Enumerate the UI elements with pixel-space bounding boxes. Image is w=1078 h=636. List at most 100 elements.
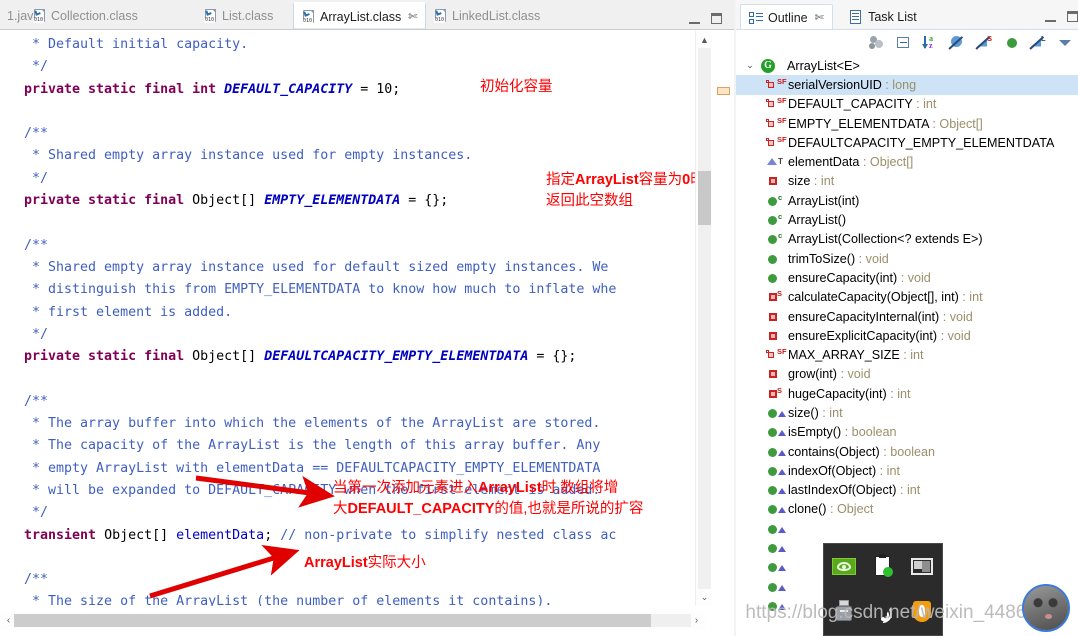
hscrollbar-thumb[interactable] bbox=[14, 614, 651, 627]
system-tray-popup[interactable] bbox=[823, 543, 943, 636]
hide-static-members-icon[interactable]: S bbox=[975, 34, 993, 51]
scroll-right-icon[interactable]: › bbox=[688, 612, 705, 629]
final-overlay-icon: F bbox=[782, 115, 787, 125]
outline-item-type: : Object bbox=[826, 502, 874, 517]
outline-root-row[interactable]: ⌄ G ArrayList<E> bbox=[736, 56, 1078, 75]
nvidia-icon[interactable] bbox=[831, 555, 856, 579]
outline-item-name: ArrayList(Collection<? extends E>) bbox=[788, 232, 983, 247]
editor-maximize-button[interactable] bbox=[710, 12, 724, 25]
outline-item-type: : int bbox=[876, 463, 900, 478]
outline-item-grow-int-[interactable]: grow(int) : void bbox=[736, 365, 1078, 384]
outline-item-calculatecapacity-object----int-[interactable]: ScalculateCapacity(Object[], int) : int bbox=[736, 288, 1078, 307]
static-overlay-icon: S bbox=[777, 385, 783, 395]
hide-local-types-icon[interactable]: L bbox=[1029, 34, 1047, 51]
outline-item-label: contains(Object) : boolean bbox=[788, 445, 935, 459]
outline-icon-private-static-final-field: SF bbox=[766, 347, 787, 363]
code-token: DEFAULTCAPACITY_EMPTY_ELEMENTDATA bbox=[264, 349, 529, 365]
scroll-down-icon[interactable]: ⌄ bbox=[696, 589, 713, 606]
scrollbar-track[interactable] bbox=[698, 48, 711, 589]
outline-icon-private-static-final-field: SF bbox=[766, 77, 787, 93]
outline-item-elementdata[interactable]: TelementData : Object[] bbox=[736, 152, 1078, 171]
code-editor-area[interactable]: * Default initial capacity. */ private st… bbox=[0, 31, 705, 606]
outline-item-arraylist-int-[interactable]: c ArrayList(int) bbox=[736, 191, 1078, 210]
outline-item-type: : void bbox=[939, 309, 973, 324]
view-tab-task-list[interactable]: Task List bbox=[841, 4, 925, 30]
annotation-text: 容量为 bbox=[638, 172, 683, 188]
sort-alphabetically-icon[interactable]: az bbox=[922, 34, 939, 51]
editor-tab-linkedlist-class[interactable]: 010 LinkedList.class bbox=[426, 2, 547, 29]
outline-item-type: : void bbox=[937, 328, 971, 343]
close-icon[interactable]: ✄ bbox=[815, 11, 824, 24]
outline-item-max-array-size[interactable]: S F MAX_ARRAY_SIZE : int bbox=[736, 345, 1078, 364]
view-minimize-button[interactable] bbox=[1044, 12, 1058, 25]
clipboard-icon[interactable] bbox=[871, 553, 895, 579]
outline-icon-private-static-final-field: SF bbox=[766, 115, 787, 132]
editor-tab-arraylist-class[interactable]: 010 ArrayList.class ✄ bbox=[293, 2, 426, 29]
outline-item-label: DEFAULT_CAPACITY : int bbox=[788, 97, 936, 111]
code-token: transient bbox=[24, 527, 105, 543]
view-menu-icon[interactable] bbox=[1058, 35, 1074, 51]
outline-item-serialversionuid[interactable]: S FserialVersionUID : long bbox=[736, 75, 1078, 95]
scroll-up-icon[interactable]: ▲ bbox=[696, 31, 713, 48]
editor-overview-marker[interactable] bbox=[717, 87, 730, 95]
security-shield-icon[interactable] bbox=[910, 600, 934, 624]
hide-fields-icon[interactable] bbox=[948, 35, 966, 51]
scrollbar-thumb[interactable] bbox=[698, 171, 711, 225]
hide-non-public-members-icon[interactable] bbox=[1004, 35, 1020, 51]
outline-item-name: size bbox=[788, 174, 811, 189]
outline-toolbar: az S L bbox=[736, 30, 1078, 55]
view-maximize-button[interactable] bbox=[1066, 10, 1078, 23]
view-tab-outline[interactable]: Outline ✄ bbox=[740, 4, 833, 30]
outline-item-name: ArrayList() bbox=[788, 213, 847, 228]
editor-horizontal-scrollbar[interactable]: ‹ › bbox=[0, 612, 705, 629]
outline-item-ensureexplicitcapacity-int-[interactable]: ensureExplicitCapacity(int) : void bbox=[736, 326, 1078, 345]
class-file-icon: 010 bbox=[433, 8, 447, 23]
outline-item-arraylist-collection---extends-e--[interactable]: c ArrayList(Collection<? extends E>) bbox=[736, 230, 1078, 249]
code-line: * empty ArrayList with elementData == DE… bbox=[24, 458, 616, 480]
editor-minimize-button[interactable] bbox=[688, 14, 702, 27]
editor-tab-collection-class[interactable]: 010 Collection.class bbox=[25, 2, 145, 29]
focus-on-active-task-icon[interactable] bbox=[869, 35, 885, 51]
code-token: private static final bbox=[24, 193, 193, 209]
outline-item-default-capacity[interactable]: S F DEFAULT_CAPACITY : int bbox=[736, 95, 1078, 114]
outline-item-hugecapacity-int-[interactable]: ShugeCapacity(int) : int bbox=[736, 384, 1078, 403]
collapse-all-icon[interactable] bbox=[896, 35, 912, 51]
view-tab-label: Outline bbox=[768, 10, 808, 25]
editor-vertical-scrollbar[interactable]: ▲ ⌄ bbox=[695, 31, 712, 606]
outline-item-lastindexof-object-[interactable]: lastIndexOf(Object) : int bbox=[736, 481, 1078, 500]
editor-tab-bar: 1.java 010 Collection.class 010 List.class 01… bbox=[0, 0, 734, 30]
display-switch-icon[interactable] bbox=[910, 555, 934, 579]
outline-item-empty-elementdata[interactable]: S F EMPTY_ELEMENTDATA : Object[] bbox=[736, 114, 1078, 133]
outline-item-ensurecapacity-int-[interactable]: ensureCapacity(int) : void bbox=[736, 268, 1078, 287]
outline-item-contains-object-[interactable]: contains(Object) : boolean bbox=[736, 442, 1078, 461]
outline-item-label: isEmpty() : boolean bbox=[788, 425, 897, 439]
wifi-icon[interactable] bbox=[871, 600, 895, 624]
outline-item-ensurecapacityinternal-int-[interactable]: ensureCapacityInternal(int) : void bbox=[736, 307, 1078, 326]
outline-icon-package-field-transient: T bbox=[766, 154, 785, 170]
outline-item-type: : Object[] bbox=[859, 155, 914, 170]
expand-twisty-icon[interactable]: ⌄ bbox=[741, 60, 759, 71]
outline-item-trimtosize--[interactable]: trimToSize() : void bbox=[736, 249, 1078, 268]
anno-default-capacity-grow: 当第一次添加元素进入ArrayList时,数组将增 大DEFAULT_CAPACI… bbox=[333, 478, 643, 520]
annotation-line: ArrayList实际大小 bbox=[304, 553, 426, 574]
outline-item-row-23[interactable] bbox=[736, 519, 1078, 538]
outline-item-defaultcapacity-empty-elementdata[interactable]: S F DEFAULTCAPACITY_EMPTY_ELEMENTDATA bbox=[736, 133, 1078, 152]
outline-item-size[interactable]: size : int bbox=[736, 172, 1078, 191]
outline-item-indexof-object-[interactable]: indexOf(Object) : int bbox=[736, 461, 1078, 480]
outline-item-name: ArrayList(int) bbox=[788, 193, 860, 208]
code-token: * first element is added. bbox=[24, 304, 233, 320]
outline-item-arraylist--[interactable]: c ArrayList() bbox=[736, 210, 1078, 229]
usb-eject-icon[interactable] bbox=[832, 600, 856, 624]
close-icon[interactable]: ✄ bbox=[408, 10, 417, 23]
outline-item-size--[interactable]: size() : int bbox=[736, 403, 1078, 422]
editor-tab-list-class[interactable]: 010 List.class bbox=[196, 2, 280, 29]
outline-item-type: : int bbox=[886, 386, 911, 401]
annotation-text: 的值,也就是所说的扩容 bbox=[494, 501, 644, 517]
outline-icon-public-method bbox=[766, 521, 786, 537]
outline-item-label: MAX_ARRAY_SIZE : int bbox=[788, 348, 924, 362]
outline-item-clone--[interactable]: clone() : Object bbox=[736, 500, 1078, 519]
code-token: * empty ArrayList with elementData == DE… bbox=[24, 460, 601, 476]
transient-overlay-icon: T bbox=[778, 157, 783, 167]
outline-item-isempty--[interactable]: isEmpty() : boolean bbox=[736, 423, 1078, 442]
